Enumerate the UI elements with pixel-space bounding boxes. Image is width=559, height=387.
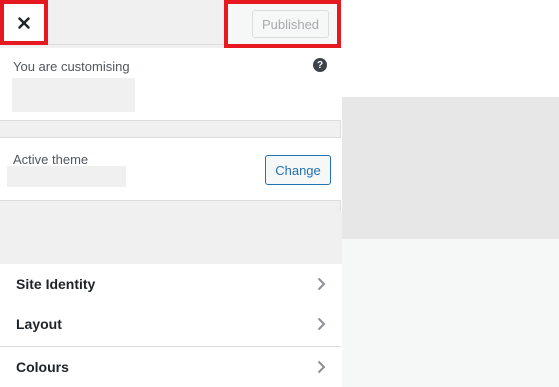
active-theme-label: Active theme <box>13 152 89 167</box>
menu-item-label: Site Identity <box>16 276 96 292</box>
help-icon[interactable]: ? <box>313 58 327 72</box>
menu-item-layout[interactable]: Layout <box>0 304 341 347</box>
customizing-info: You are customising ? <box>0 48 341 121</box>
preview-header-area <box>342 0 559 97</box>
menu-item-site-identity[interactable]: Site Identity <box>0 264 341 307</box>
preview-content-area <box>342 239 559 387</box>
chevron-right-icon <box>317 277 326 291</box>
customising-label: You are customising <box>13 59 130 74</box>
change-theme-button[interactable]: Change <box>265 155 331 185</box>
preview-banner-area <box>342 97 559 239</box>
customizer-panel: Published You are customising ? Active t… <box>0 0 346 387</box>
chevron-right-icon <box>317 317 326 331</box>
site-title-placeholder <box>12 78 135 112</box>
published-button[interactable]: Published <box>252 10 329 38</box>
active-theme-section: Active theme Change <box>0 137 341 201</box>
close-icon <box>18 16 30 29</box>
customizer-header: Published <box>0 0 341 48</box>
menu-item-label: Layout <box>16 316 62 332</box>
menu-item-label: Colours <box>16 359 69 375</box>
menu-item-colours[interactable]: Colours <box>0 347 341 387</box>
theme-name-placeholder <box>7 166 126 187</box>
section-divider <box>0 211 346 264</box>
close-button[interactable] <box>0 0 48 45</box>
publish-area: Published <box>224 0 341 48</box>
chevron-right-icon <box>317 360 326 374</box>
